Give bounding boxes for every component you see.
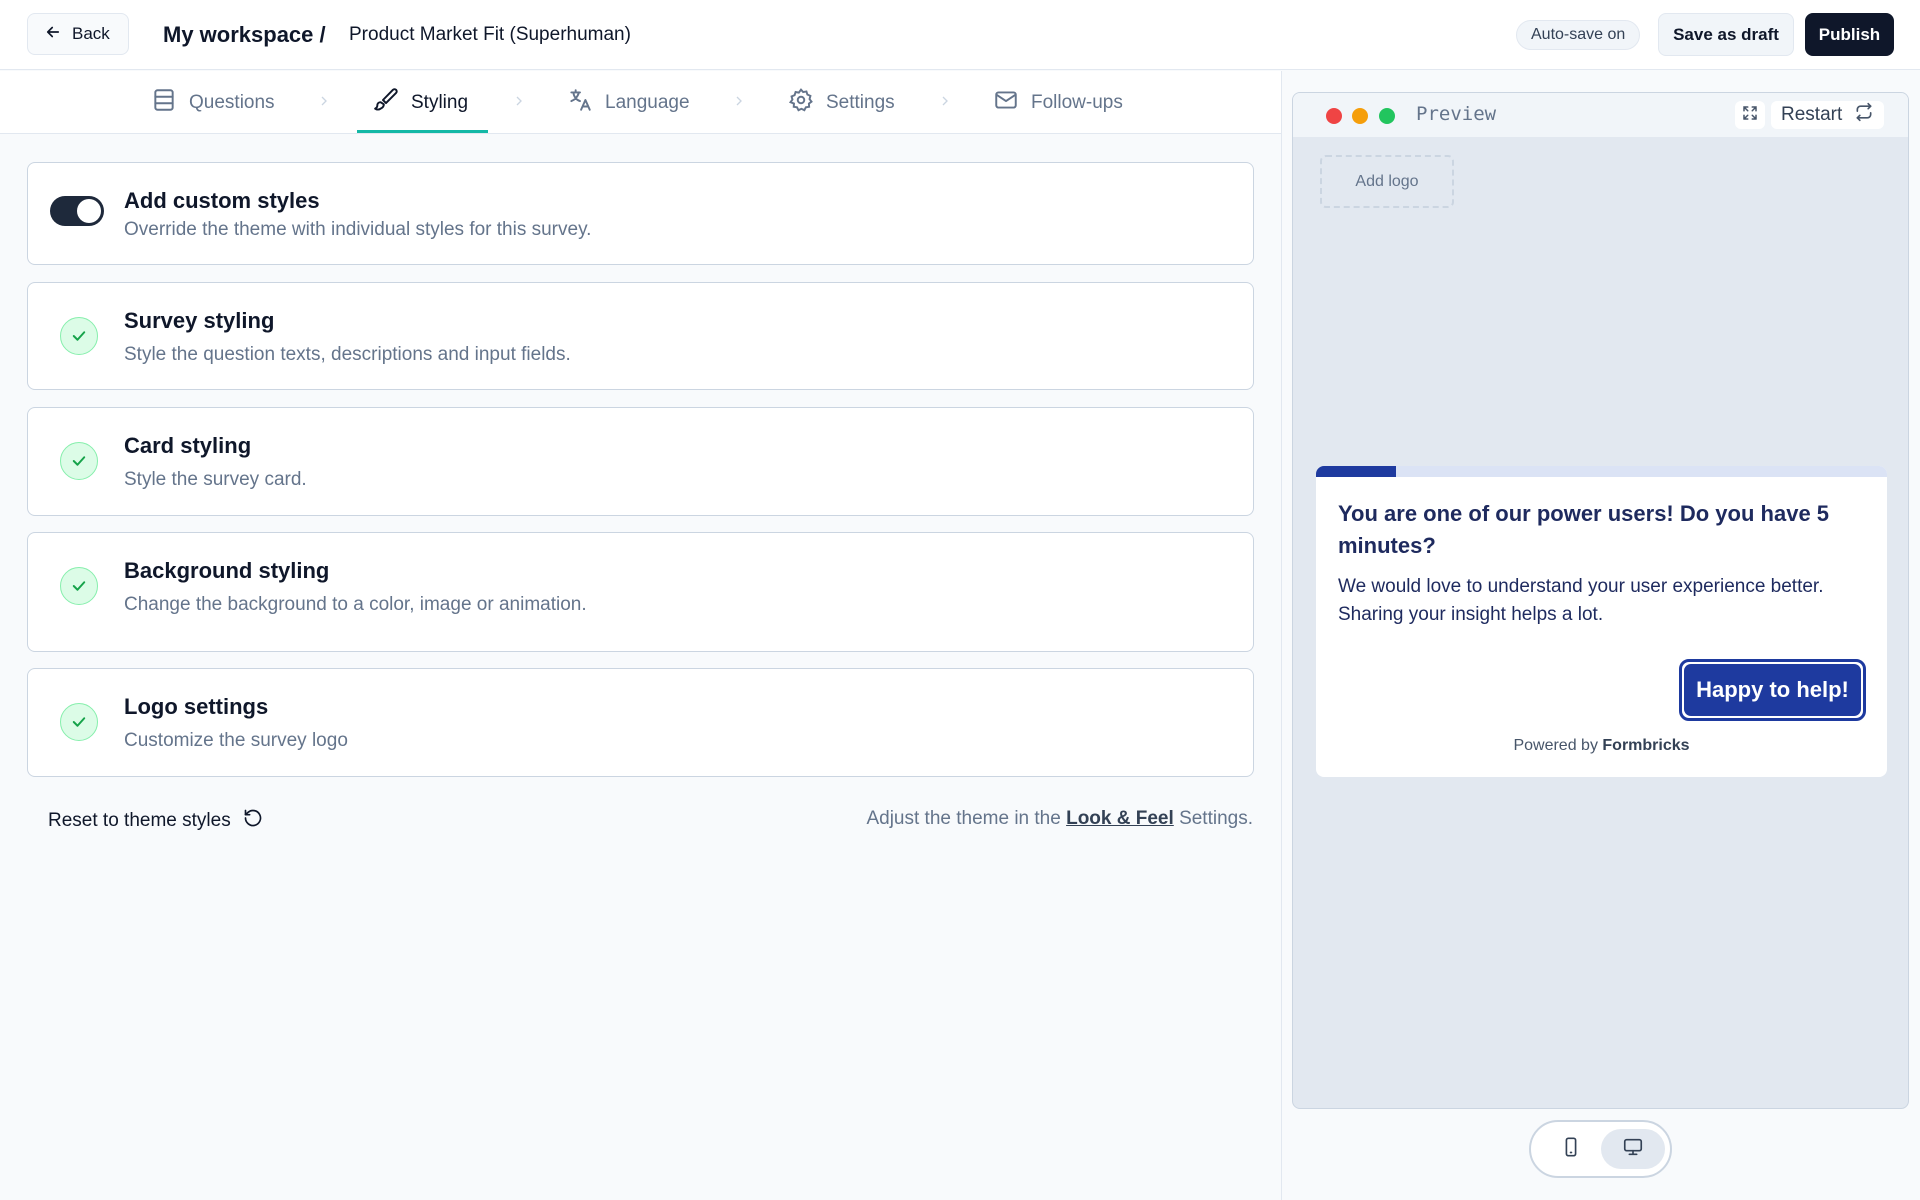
save-draft-button[interactable]: Save as draft [1658,13,1794,56]
hint-suffix: Settings. [1179,808,1253,829]
progress-fill [1316,466,1396,477]
check-circle-icon [60,317,98,355]
tab-styling[interactable]: Styling [373,71,468,134]
autosave-badge: Auto-save on [1516,20,1641,50]
section-title: Card styling [124,433,252,458]
section-title: Logo settings [124,694,269,719]
paintbrush-icon [373,87,399,119]
look-feel-link[interactable]: Look & Feel [1066,808,1174,829]
question-headline: You are one of our power users! Do you h… [1338,501,1830,558]
toggle-knob [77,199,101,223]
section-desc: Customize the survey logo [124,730,348,751]
survey-preview-card: You are one of our power users! Do you h… [1316,466,1887,777]
tab-questions[interactable]: Questions [151,71,275,134]
publish-button[interactable]: Publish [1805,13,1894,56]
tab-label: Follow-ups [1031,91,1123,113]
cta-label: Happy to help! [1684,664,1861,716]
repeat-icon [1854,102,1874,128]
rotate-ccw-icon [243,808,263,834]
gear-icon [788,87,814,119]
tab-language[interactable]: Language [567,71,690,134]
restart-button[interactable]: Restart [1771,101,1885,129]
mail-icon [993,87,1019,119]
tab-label: Settings [826,91,895,113]
reset-label: Reset to theme styles [48,810,231,831]
preview-window: Preview Restart Add logo You are one of … [1292,92,1909,1109]
smartphone-icon [1560,1136,1582,1163]
theme-hint: Adjust the theme in the Look & Feel Sett… [866,808,1253,830]
section-desc: Change the background to a color, image … [124,594,587,615]
chevron-right-icon [321,96,327,106]
custom-styles-toggle[interactable] [50,196,104,226]
tab-settings[interactable]: Settings [788,71,895,134]
active-tab-indicator [357,130,488,133]
language-icon [567,87,593,119]
question-description: We would love to understand your user ex… [1338,576,1824,625]
preview-label: Preview [1416,103,1497,125]
progress-bar [1316,466,1887,477]
custom-styles-desc: Override the theme with individual style… [124,219,592,240]
mobile-view-button[interactable] [1539,1129,1603,1169]
check-circle-icon [60,703,98,741]
chevron-right-icon [736,96,742,106]
questions-icon [151,87,177,119]
custom-styles-title: Add custom styles [124,188,320,213]
arrow-left-icon [44,23,62,46]
chevron-right-icon [516,96,522,106]
background-styling-card[interactable]: Background styling Change the background… [27,532,1254,652]
editor-tabs: Questions Styling Language Settings Foll… [0,71,1281,134]
formbricks-link[interactable]: Formbricks [1602,737,1689,754]
check-circle-icon [60,442,98,480]
tab-label: Styling [411,91,469,113]
monitor-icon [1622,1136,1644,1163]
powered-by: Powered by Formbricks [1316,737,1887,755]
add-logo-button[interactable]: Add logo [1320,155,1454,208]
back-button[interactable]: Back [27,13,129,55]
tab-label: Language [605,91,690,113]
powered-prefix: Powered by [1513,737,1598,754]
section-desc: Style the survey card. [124,469,307,490]
window-dot-green [1379,108,1395,124]
tab-follow-ups[interactable]: Follow-ups [993,71,1123,134]
device-toggle [1529,1120,1672,1178]
desktop-view-button[interactable] [1601,1129,1665,1169]
section-title: Background styling [124,558,330,583]
logo-settings-card[interactable]: Logo settings Customize the survey logo [27,668,1254,777]
happy-to-help-button[interactable]: Happy to help! [1679,659,1866,721]
top-header: Back My workspace / Product Market Fit (… [0,0,1920,70]
restart-label: Restart [1781,104,1843,125]
window-dot-red [1326,108,1342,124]
preview-toolbar: Preview Restart [1293,93,1908,137]
reset-theme-button[interactable]: Reset to theme styles [48,808,263,834]
back-label: Back [72,24,110,43]
section-desc: Style the question texts, descriptions a… [124,344,571,365]
hint-prefix: Adjust the theme in the [866,808,1061,829]
card-styling-card[interactable]: Card styling Style the survey card. [27,407,1254,516]
custom-styles-card: Add custom styles Override the theme wit… [27,162,1254,265]
check-circle-icon [60,567,98,605]
expand-button[interactable] [1735,101,1765,129]
survey-name[interactable]: Product Market Fit (Superhuman) [349,24,631,46]
window-dot-yellow [1352,108,1368,124]
chevron-right-icon [942,96,948,106]
workspace-title[interactable]: My workspace / [163,22,326,48]
section-title: Survey styling [124,308,275,333]
tab-label: Questions [189,91,275,113]
expand-icon [1741,104,1759,127]
survey-styling-card[interactable]: Survey styling Style the question texts,… [27,282,1254,390]
